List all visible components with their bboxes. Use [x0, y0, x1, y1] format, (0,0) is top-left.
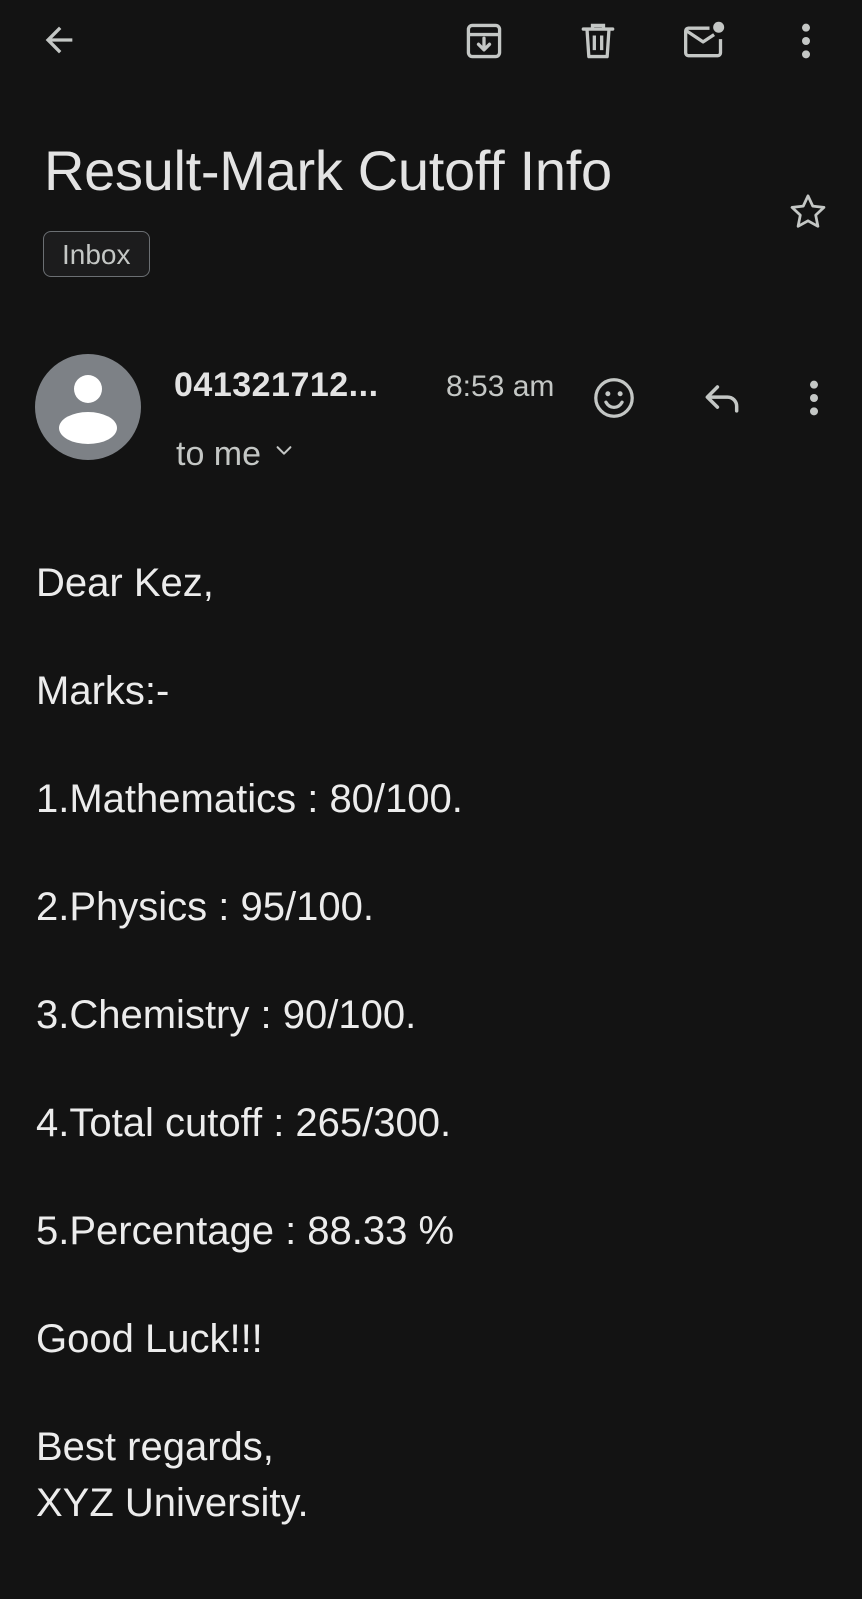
- mark-unread-icon: [684, 21, 725, 58]
- mark-unread-button[interactable]: [676, 13, 732, 69]
- emoji-icon: [594, 378, 634, 418]
- chevron-down-icon: [276, 446, 292, 455]
- back-button[interactable]: [31, 12, 87, 68]
- more-options-button[interactable]: [778, 13, 834, 69]
- email-subject: Result-Mark Cutoff Info: [44, 139, 612, 202]
- back-arrow-icon: [45, 26, 73, 54]
- person-icon: [59, 375, 117, 444]
- more-vert-icon: [810, 380, 818, 416]
- delete-button[interactable]: [570, 13, 626, 69]
- star-button[interactable]: [780, 184, 836, 240]
- add-reaction-button[interactable]: [586, 370, 642, 426]
- archive-button[interactable]: [456, 13, 512, 69]
- reply-icon: [705, 385, 739, 413]
- inbox-label[interactable]: Inbox: [43, 231, 150, 277]
- avatar[interactable]: [35, 354, 141, 460]
- trash-icon: [581, 23, 615, 59]
- mark-line: 5.Percentage : 88.33 %: [36, 1209, 455, 1253]
- more-vert-icon: [802, 23, 810, 59]
- recipient-details-toggle[interactable]: to me: [176, 433, 295, 475]
- marks-heading: Marks:-: [36, 669, 170, 713]
- recipient-label: to me: [176, 435, 262, 473]
- signature-line: XYZ University.: [36, 1481, 309, 1525]
- message-more-button[interactable]: [786, 370, 842, 426]
- mark-line: 1.Mathematics : 80/100.: [36, 777, 463, 821]
- closing-line: Good Luck!!!: [36, 1317, 263, 1361]
- archive-icon: [466, 23, 502, 59]
- signoff-line: Best regards,: [36, 1425, 274, 1469]
- greeting: Dear Kez,: [36, 561, 214, 605]
- sender-name[interactable]: 041321712...: [174, 364, 379, 406]
- email-body: Dear Kez, Marks:- 1.Mathematics : 80/100…: [36, 555, 836, 1531]
- mark-line: 2.Physics : 95/100.: [36, 885, 374, 929]
- mark-line: 4.Total cutoff : 265/300.: [36, 1101, 452, 1145]
- star-icon: [790, 194, 826, 228]
- reply-button[interactable]: [694, 370, 750, 426]
- email-time: 8:53 am: [446, 370, 555, 403]
- mark-line: 3.Chemistry : 90/100.: [36, 993, 417, 1037]
